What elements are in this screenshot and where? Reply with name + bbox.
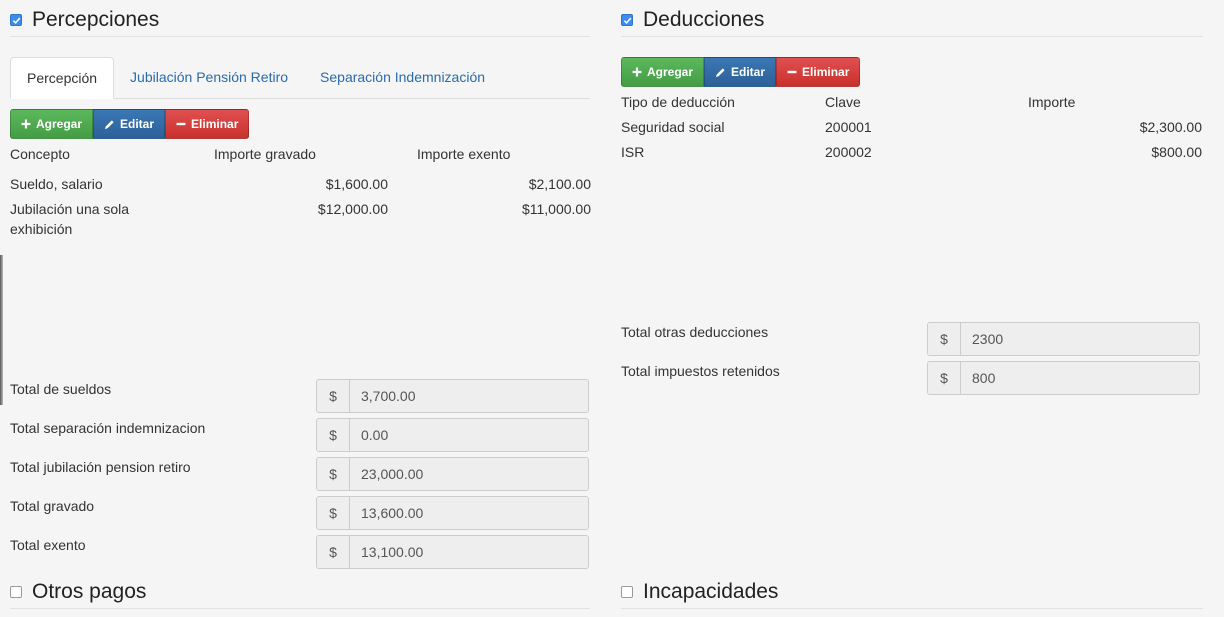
edit-button-label: Editar <box>120 117 155 131</box>
otros-pagos-title: Otros pagos <box>32 580 147 603</box>
currency-addon: $ <box>317 419 350 451</box>
total-exento-field: $ 13,100.00 <box>316 535 589 569</box>
column-header-importe: Importe <box>1028 94 1076 110</box>
delete-button-label: Eliminar <box>802 65 850 79</box>
add-deduccion-button[interactable]: Agregar <box>621 57 705 87</box>
tipo-cell: ISR <box>621 144 645 160</box>
table-row[interactable]: Seguridad social 200001 $2,300.00 <box>621 117 1202 137</box>
currency-addon: $ <box>317 536 350 568</box>
column-header-tipo-deduccion: Tipo de deducción <box>621 94 735 110</box>
total-exento-value: 13,100.00 <box>350 536 588 568</box>
deducciones-checkbox[interactable] <box>621 14 633 26</box>
tipo-cell: Seguridad social <box>621 119 725 135</box>
otros-pagos-header: Otros pagos <box>10 576 590 609</box>
plus-icon <box>632 67 642 77</box>
total-sueldos-label: Total de sueldos <box>10 381 112 397</box>
pencil-icon <box>104 119 115 130</box>
percepciones-table-header: Concepto Importe gravado Importe exento <box>10 144 591 164</box>
add-percepcion-button[interactable]: Agregar <box>10 109 94 139</box>
exento-cell: $11,000.00 <box>521 201 591 217</box>
currency-addon: $ <box>317 380 350 412</box>
exento-cell: $2,100.00 <box>528 176 591 192</box>
total-otras-deducciones-field: $ 2300 <box>927 322 1200 356</box>
percepciones-toolbar: Agregar Editar Eliminar <box>10 109 250 139</box>
incapacidades-header: Incapacidades <box>621 576 1203 609</box>
total-gravado-value: 13,600.00 <box>350 497 588 529</box>
gravado-cell: $12,000.00 <box>317 201 388 217</box>
concepto-line: exhibición <box>10 221 73 237</box>
total-gravado-field: $ 13,600.00 <box>316 496 589 530</box>
total-sueldos-value: 3,700.00 <box>350 380 588 412</box>
total-jubilacion-value: 23,000.00 <box>350 458 588 490</box>
column-header-clave: Clave <box>825 94 861 110</box>
minus-icon <box>787 67 797 77</box>
column-header-importe-exento: Importe exento <box>417 146 511 162</box>
tab-separacion-indemnizacion[interactable]: Separación Indemnización <box>304 57 501 98</box>
deducciones-toolbar: Agregar Editar Eliminar <box>621 57 861 87</box>
clave-cell: 200001 <box>825 119 872 135</box>
concepto-line: Jubilación una sola <box>10 201 130 217</box>
importe-cell: $2,300.00 <box>1139 119 1202 135</box>
concepto-cell: Sueldo, salario <box>10 176 103 192</box>
table-row[interactable]: ISR 200002 $800.00 <box>621 142 1202 162</box>
add-button-label: Agregar <box>36 117 83 131</box>
table-row[interactable]: Jubilación una sola exhibición $12,000.0… <box>10 199 591 239</box>
total-otras-deducciones-value: 2300 <box>961 323 1199 355</box>
column-header-concepto: Concepto <box>10 146 70 162</box>
deducciones-table-header: Tipo de deducción Clave Importe <box>621 92 1202 112</box>
total-exento-label: Total exento <box>10 537 86 553</box>
currency-addon: $ <box>928 323 961 355</box>
table-row[interactable]: Sueldo, salario $1,600.00 $2,100.00 <box>10 174 591 194</box>
incapacidades-title: Incapacidades <box>643 580 779 603</box>
total-gravado-label: Total gravado <box>10 498 95 514</box>
percepciones-tabs: Percepción Jubilación Pensión Retiro Sep… <box>10 57 590 99</box>
total-jubilacion-label: Total jubilación pension retiro <box>10 459 191 475</box>
percepciones-title: Percepciones <box>32 8 160 31</box>
gravado-cell: $1,600.00 <box>325 176 388 192</box>
deducciones-title: Deducciones <box>643 8 765 31</box>
tab-percepcion[interactable]: Percepción <box>10 57 115 99</box>
window-edge-shadow <box>0 255 3 405</box>
edit-percepcion-button[interactable]: Editar <box>93 109 166 139</box>
deducciones-header: Deducciones <box>621 4 1203 37</box>
tab-jubilacion-pension-retiro[interactable]: Jubilación Pensión Retiro <box>114 57 304 98</box>
clave-cell: 200002 <box>825 144 872 160</box>
currency-addon: $ <box>928 362 961 394</box>
total-sueldos-field: $ 3,700.00 <box>316 379 589 413</box>
total-separacion-value: 0.00 <box>350 419 588 451</box>
delete-percepcion-button[interactable]: Eliminar <box>165 109 250 139</box>
percepciones-checkbox[interactable] <box>10 14 22 26</box>
total-otras-deducciones-label: Total otras deducciones <box>621 324 769 340</box>
delete-deduccion-button[interactable]: Eliminar <box>776 57 861 87</box>
total-separacion-field: $ 0.00 <box>316 418 589 452</box>
importe-cell: $800.00 <box>1151 144 1202 160</box>
currency-addon: $ <box>317 458 350 490</box>
total-impuestos-retenidos-field: $ 800 <box>927 361 1200 395</box>
minus-icon <box>176 119 186 129</box>
delete-button-label: Eliminar <box>191 117 239 131</box>
column-header-importe-gravado: Importe gravado <box>214 146 316 162</box>
percepciones-header: Percepciones <box>10 4 590 37</box>
plus-icon <box>21 119 31 129</box>
concepto-cell: Jubilación una sola exhibición <box>10 199 129 239</box>
edit-button-label: Editar <box>731 65 766 79</box>
otros-pagos-checkbox[interactable] <box>10 586 22 598</box>
currency-addon: $ <box>317 497 350 529</box>
total-separacion-label: Total separación indemnizacion <box>10 420 206 436</box>
total-impuestos-retenidos-value: 800 <box>961 362 1199 394</box>
pencil-icon <box>715 67 726 78</box>
incapacidades-checkbox[interactable] <box>621 586 633 598</box>
add-button-label: Agregar <box>647 65 694 79</box>
edit-deduccion-button[interactable]: Editar <box>704 57 777 87</box>
total-impuestos-retenidos-label: Total impuestos retenidos <box>621 363 780 379</box>
total-jubilacion-field: $ 23,000.00 <box>316 457 589 491</box>
